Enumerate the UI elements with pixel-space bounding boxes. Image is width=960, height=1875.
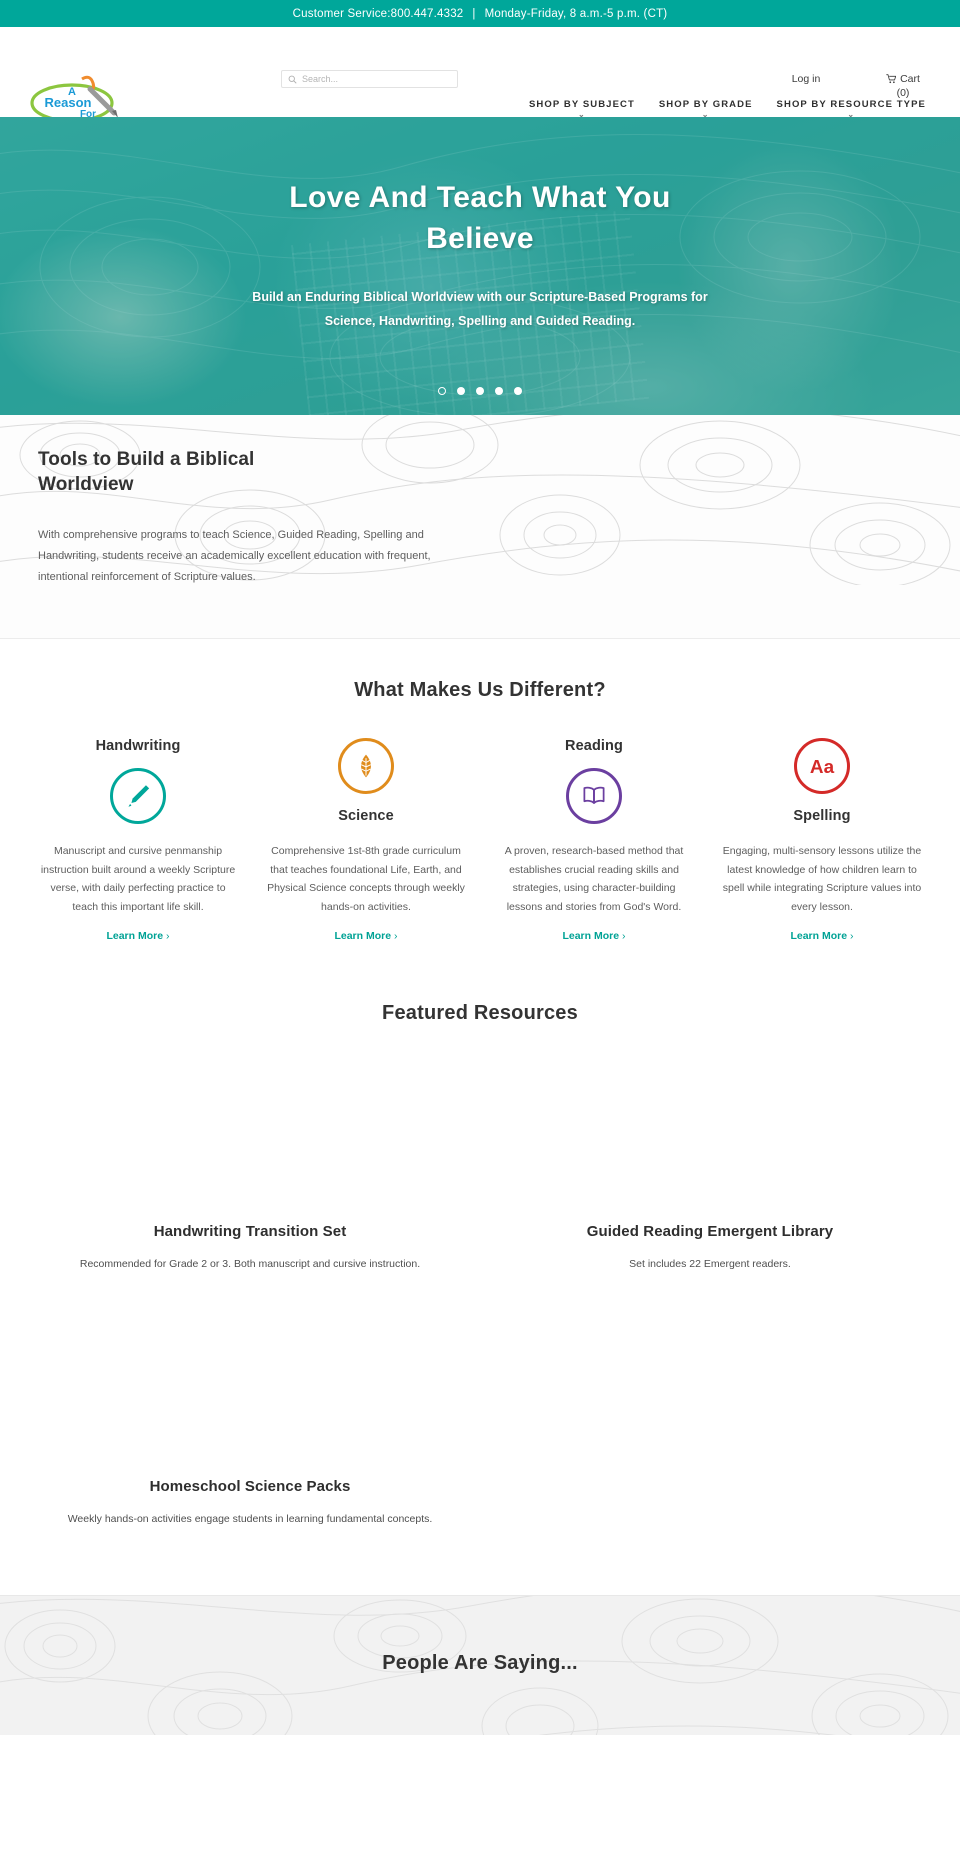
feature-desc-handwriting: Manuscript and cursive penmanship instru… xyxy=(40,845,236,913)
hero-title: Love And Teach What You Believe xyxy=(289,181,671,255)
feature-desc-reading: A proven, research-based method that est… xyxy=(504,845,684,913)
learn-more-label: Learn More xyxy=(562,930,620,942)
product-description: Recommended for Grade 2 or 3. Both manus… xyxy=(79,1258,421,1270)
cart-count: (0) xyxy=(896,87,910,99)
product-image xyxy=(38,1047,462,1207)
learn-more-spelling[interactable]: Learn More › xyxy=(790,930,853,942)
leaf-icon xyxy=(360,754,372,778)
nav-label: SHOP BY GRADE xyxy=(658,99,753,110)
testimonials-section: People Are Saying... xyxy=(0,1595,960,1735)
topbar-separator: | xyxy=(472,7,476,20)
account-area: Log in Cart (0) xyxy=(782,72,932,100)
product-card[interactable]: Handwriting Transition Set Recommended f… xyxy=(20,1047,480,1302)
feature-title-science: Science xyxy=(338,808,394,824)
different-section-title: What Makes Us Different? xyxy=(354,679,606,701)
product-title: Guided Reading Emergent Library xyxy=(586,1223,834,1240)
carousel-dot-2[interactable] xyxy=(457,387,465,395)
carousel-dot-4[interactable] xyxy=(495,387,503,395)
learn-more-handwriting[interactable]: Learn More › xyxy=(106,930,169,942)
cart-label: Cart xyxy=(900,73,920,85)
open-book-icon xyxy=(583,786,605,804)
nav-label: SHOP BY SUBJECT xyxy=(528,99,635,110)
svg-text:Aa: Aa xyxy=(810,757,835,778)
nav-label: SHOP BY RESOURCE TYPE xyxy=(776,99,926,110)
pencil-icon-circle xyxy=(110,768,166,824)
product-image xyxy=(498,1047,922,1207)
carousel-dots xyxy=(0,387,960,395)
search-icon xyxy=(288,75,297,84)
feature-columns: Handwriting Manuscript and cursive penma… xyxy=(0,738,960,944)
search-input[interactable] xyxy=(302,74,451,84)
learn-more-reading[interactable]: Learn More › xyxy=(562,930,625,942)
feature-desc-science: Comprehensive 1st-8th grade curriculum t… xyxy=(267,845,465,913)
learn-more-science[interactable]: Learn More › xyxy=(334,930,397,942)
what-makes-us-different-section: What Makes Us Different? Handwriting Man… xyxy=(0,639,960,974)
leaf-icon-circle xyxy=(338,738,394,794)
customer-service-bar: Customer Service: 800.447.4332 | Monday-… xyxy=(0,0,960,27)
featured-resources-section: Featured Resources Handwriting Transitio… xyxy=(0,974,960,1595)
product-image xyxy=(38,1302,462,1462)
letters-aa-icon: Aa xyxy=(810,757,835,778)
product-description: Weekly hands-on activities engage studen… xyxy=(67,1513,433,1525)
feature-title-spelling: Spelling xyxy=(793,808,851,824)
customer-service-label: Customer Service: xyxy=(292,7,391,20)
search-box[interactable] xyxy=(281,70,458,88)
learn-more-label: Learn More xyxy=(790,930,848,942)
pencil-icon xyxy=(128,785,150,807)
product-grid: Handwriting Transition Set Recommended f… xyxy=(0,1047,960,1557)
customer-service-phone[interactable]: 800.447.4332 xyxy=(391,8,464,20)
tools-title: Tools to Build a Biblical Worldview xyxy=(38,449,255,495)
tools-section: Tools to Build a Biblical Worldview With… xyxy=(0,415,960,639)
learn-more-label: Learn More xyxy=(106,930,164,942)
product-description: Set includes 22 Emergent readers. xyxy=(629,1258,791,1270)
hero-subtitle: Build an Enduring Biblical Worldview wit… xyxy=(252,290,708,328)
feature-column-reading: Reading A proven, research-based method … xyxy=(480,738,708,944)
tools-body-text: With comprehensive programs to teach Sci… xyxy=(38,529,431,583)
letters-aa-icon-circle: Aa xyxy=(794,738,850,794)
feature-column-science: Science Comprehensive 1st-8th grade curr… xyxy=(252,738,480,944)
chevron-right-icon: › xyxy=(394,930,398,942)
testimonials-section-title: People Are Saying... xyxy=(382,1652,578,1674)
site-header: A Reason For Log in Cart (0) xyxy=(0,27,960,128)
product-card[interactable]: Homeschool Science Packs Weekly hands-on… xyxy=(20,1302,480,1557)
cart-link[interactable]: Cart (0) xyxy=(874,72,932,100)
featured-section-title: Featured Resources xyxy=(382,1002,578,1024)
chevron-right-icon: › xyxy=(166,930,170,942)
product-card[interactable]: Guided Reading Emergent Library Set incl… xyxy=(480,1047,940,1302)
customer-service-hours: Monday-Friday, 8 a.m.-5 p.m. (CT) xyxy=(484,7,668,20)
cart-icon xyxy=(886,74,897,84)
hero-content: Love And Teach What You Believe Build an… xyxy=(0,177,960,333)
carousel-dot-1[interactable] xyxy=(438,387,446,395)
product-title: Homeschool Science Packs xyxy=(149,1478,351,1495)
tools-content: Tools to Build a Biblical Worldview With… xyxy=(0,447,520,588)
chevron-right-icon: › xyxy=(850,930,854,942)
open-book-icon-circle xyxy=(566,768,622,824)
hero-carousel: Love And Teach What You Believe Build an… xyxy=(0,117,960,415)
feature-title-handwriting: Handwriting xyxy=(95,738,181,754)
learn-more-label: Learn More xyxy=(334,930,392,942)
login-link[interactable]: Log in xyxy=(782,72,830,100)
feature-column-handwriting: Handwriting Manuscript and cursive penma… xyxy=(24,738,252,944)
product-title: Handwriting Transition Set xyxy=(153,1223,347,1240)
carousel-dot-5[interactable] xyxy=(514,387,522,395)
feature-desc-spelling: Engaging, multi-sensory lessons utilize … xyxy=(722,845,922,913)
feature-column-spelling: Aa Spelling Engaging, multi-sensory less… xyxy=(708,738,936,944)
carousel-dot-3[interactable] xyxy=(476,387,484,395)
chevron-right-icon: › xyxy=(622,930,626,942)
feature-title-reading: Reading xyxy=(565,738,623,754)
svg-text:Reason: Reason xyxy=(45,95,92,110)
